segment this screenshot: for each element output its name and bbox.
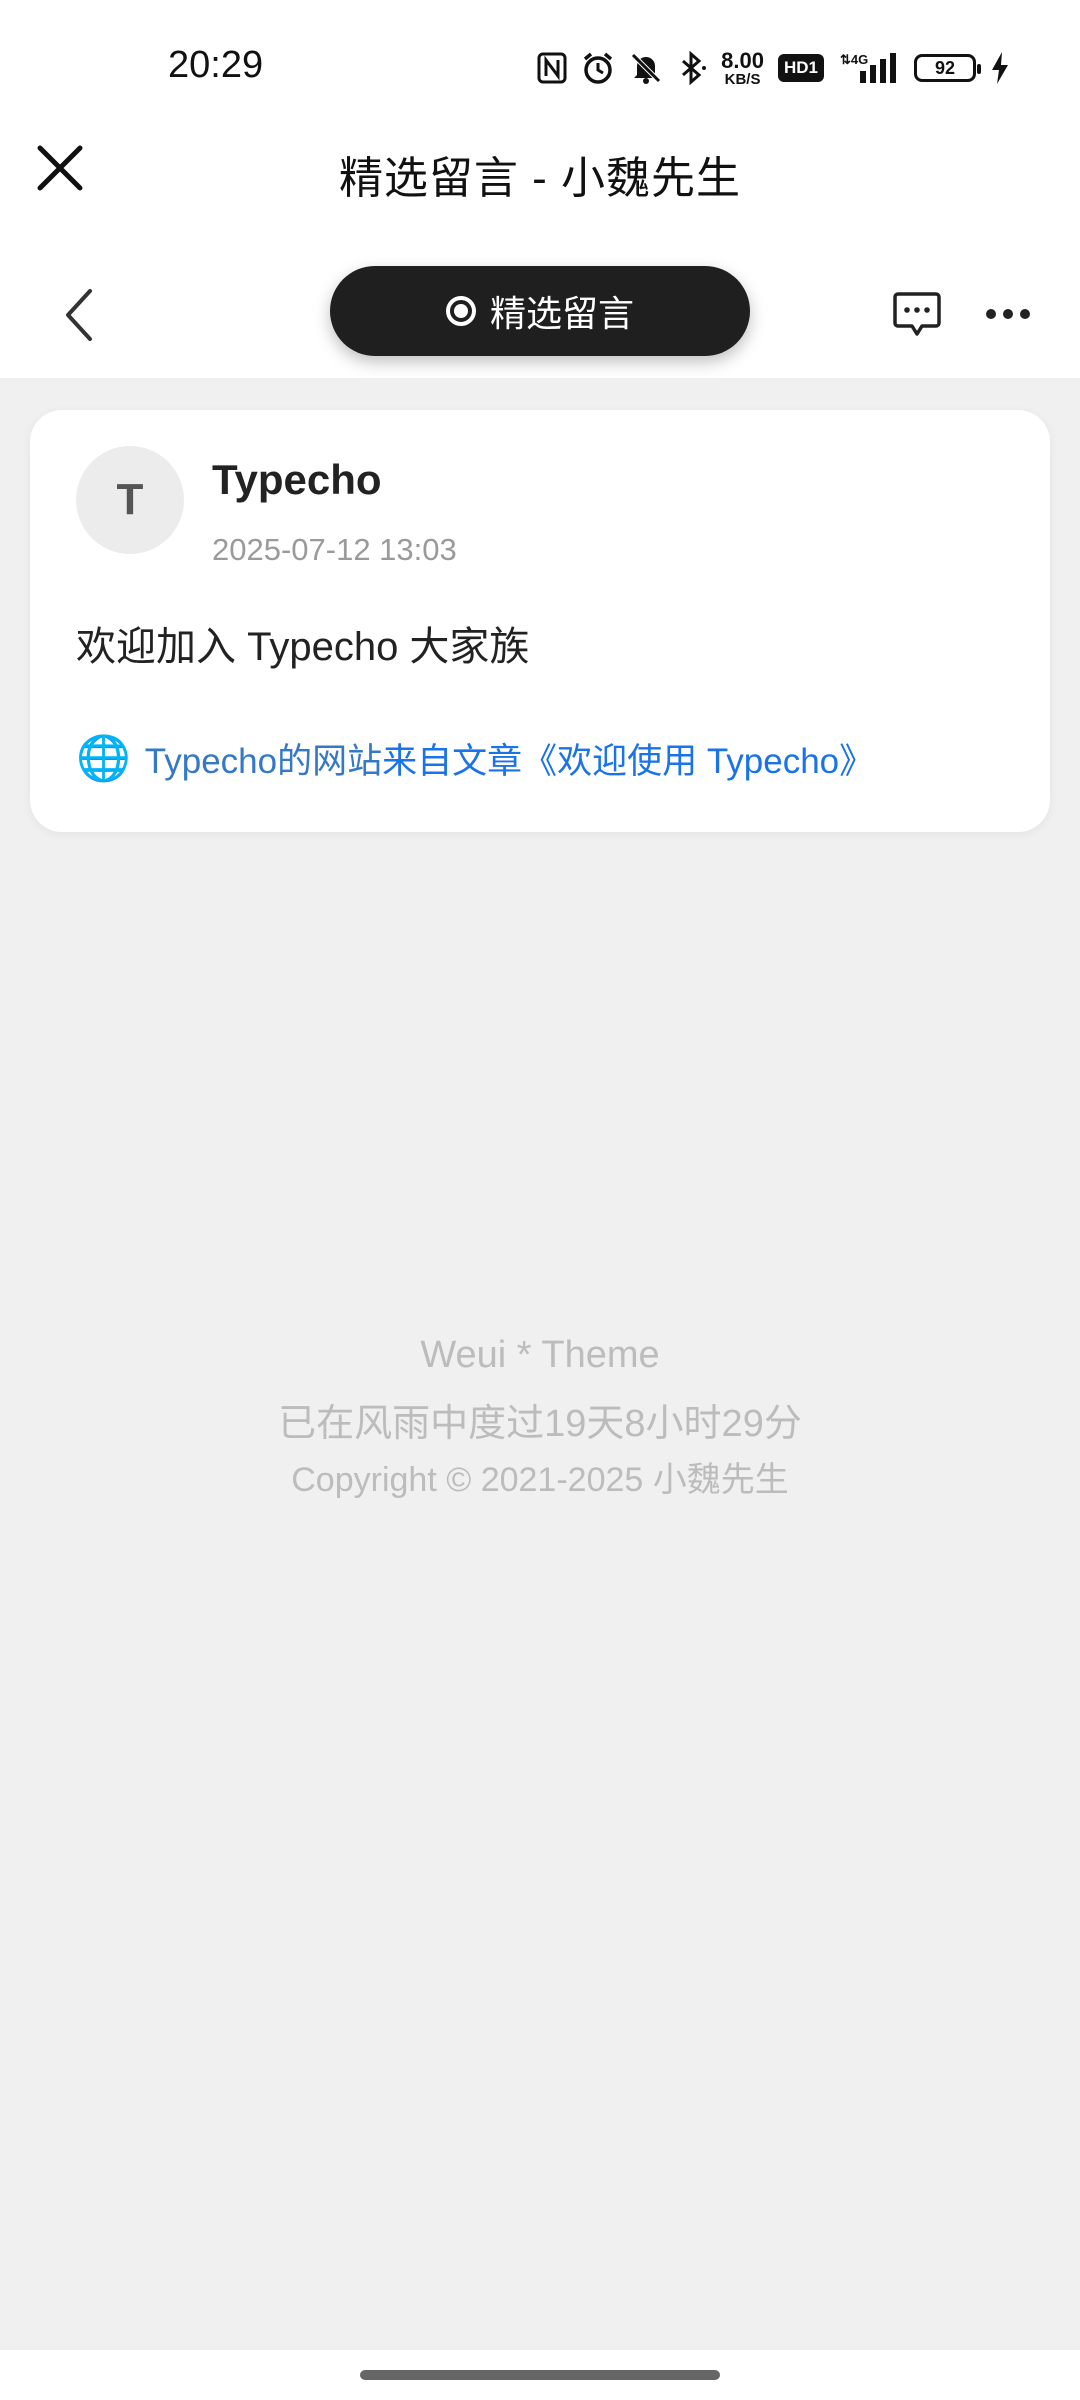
bluetooth-icon bbox=[677, 51, 707, 85]
footer-theme: Weui * Theme bbox=[420, 1334, 660, 1376]
author-site-link[interactable]: Typecho的网站 bbox=[145, 733, 382, 784]
net-speed-value: 8.00 bbox=[721, 47, 764, 73]
status-bar: 20:29 8.00 KB/S HD1 ⇅4G 92 bbox=[0, 0, 1080, 130]
battery-indicator: 92 bbox=[914, 54, 981, 82]
page-title: 精选留言 - 小魏先生 bbox=[338, 154, 742, 203]
status-icons: 8.00 KB/S HD1 ⇅4G 92 bbox=[537, 46, 1010, 90]
comment-text: 欢迎加入 Typecho 大家族 bbox=[76, 625, 530, 669]
more-button[interactable] bbox=[984, 300, 1032, 328]
net-speed-unit: KB/S bbox=[724, 70, 761, 88]
more-dots-icon bbox=[986, 309, 1030, 319]
status-time: 20:29 bbox=[168, 44, 264, 86]
comment-meta: 🌐 Typecho的网站 来自文章《欢迎使用 Typecho》 bbox=[76, 732, 874, 784]
chevron-left-icon bbox=[66, 289, 92, 341]
hd-badge: HD1 bbox=[777, 54, 824, 82]
comment-icon bbox=[893, 292, 941, 336]
battery-level: 92 bbox=[934, 57, 956, 78]
comment-button[interactable] bbox=[892, 290, 942, 338]
network-speed: 8.00 KB/S bbox=[721, 47, 764, 88]
featured-comments-pill[interactable]: 精选留言 bbox=[330, 266, 750, 356]
comment-card: T Typecho 2025-07-12 13:03 欢迎加入 Typecho … bbox=[30, 410, 1050, 832]
footer-uptime: 已在风雨中度过19天8小时29分 bbox=[278, 1403, 802, 1445]
avatar: T bbox=[76, 446, 184, 554]
home-indicator[interactable] bbox=[360, 2370, 720, 2380]
footer-copyright: Copyright © 2021-2025 小魏先生 bbox=[291, 1461, 789, 1499]
source-article-link[interactable]: 来自文章《欢迎使用 Typecho》 bbox=[382, 733, 874, 784]
alarm-icon bbox=[581, 51, 615, 85]
nfc-icon bbox=[537, 52, 567, 84]
back-button[interactable] bbox=[60, 285, 100, 345]
charging-icon bbox=[990, 51, 1010, 85]
radio-dot-icon bbox=[445, 296, 476, 326]
comment-author: Typecho bbox=[212, 456, 382, 503]
globe-icon: 🌐 bbox=[76, 734, 131, 783]
pill-label: 精选留言 bbox=[489, 293, 634, 334]
mute-icon bbox=[629, 51, 663, 85]
signal-icon: ⇅4G bbox=[838, 51, 900, 85]
svg-text:⇅4G: ⇅4G bbox=[840, 52, 868, 67]
comment-time: 2025-07-12 13:03 bbox=[212, 532, 457, 567]
